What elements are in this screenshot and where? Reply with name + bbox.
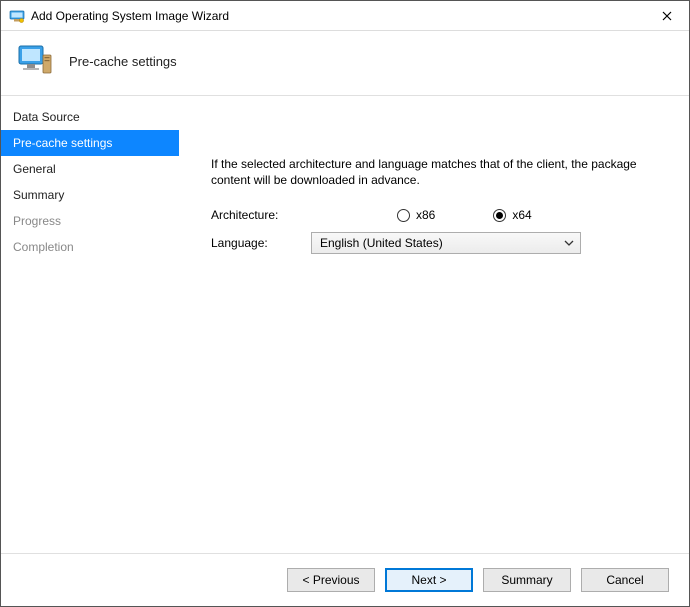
wizard-content: If the selected architecture and languag…: [179, 96, 689, 553]
language-select-wrap: English (United States): [311, 232, 663, 254]
window-title: Add Operating System Image Wizard: [31, 9, 229, 23]
wizard-header: Pre-cache settings: [1, 31, 689, 95]
title-wrap: Add Operating System Image Wizard: [9, 8, 229, 24]
architecture-radio-group: x86 x64: [397, 208, 532, 222]
titlebar: Add Operating System Image Wizard: [1, 1, 689, 31]
architecture-row: Architecture: x86 x64: [211, 208, 663, 222]
page-title: Pre-cache settings: [69, 54, 177, 69]
sidebar-item-pre-cache[interactable]: Pre-cache settings: [1, 130, 179, 156]
language-row: Language: English (United States): [211, 232, 663, 254]
sidebar-item-completion: Completion: [1, 234, 179, 260]
chevron-down-icon: [564, 238, 574, 248]
close-button[interactable]: [644, 1, 689, 31]
cancel-button[interactable]: Cancel: [581, 568, 669, 592]
wizard-body: Data Source Pre-cache settings General S…: [1, 96, 689, 553]
sidebar-item-progress: Progress: [1, 208, 179, 234]
computer-icon: [15, 41, 55, 81]
sidebar-item-data-source[interactable]: Data Source: [1, 104, 179, 130]
radio-circle-icon: [397, 209, 410, 222]
language-select[interactable]: English (United States): [311, 232, 581, 254]
language-label: Language:: [211, 236, 311, 250]
previous-button[interactable]: < Previous: [287, 568, 375, 592]
radio-x64-label: x64: [512, 208, 531, 222]
wizard-footer: < Previous Next > Summary Cancel: [1, 553, 689, 606]
architecture-label: Architecture:: [211, 208, 311, 222]
radio-circle-checked-icon: [493, 209, 506, 222]
summary-button[interactable]: Summary: [483, 568, 571, 592]
next-button[interactable]: Next >: [385, 568, 473, 592]
sidebar-item-general[interactable]: General: [1, 156, 179, 182]
radio-x86-label: x86: [416, 208, 435, 222]
radio-x86[interactable]: x86: [397, 208, 435, 222]
language-selected-value: English (United States): [320, 236, 443, 250]
description-text: If the selected architecture and languag…: [211, 156, 663, 188]
app-icon: [9, 8, 25, 24]
wizard-sidebar: Data Source Pre-cache settings General S…: [1, 96, 179, 553]
sidebar-item-summary[interactable]: Summary: [1, 182, 179, 208]
radio-x64[interactable]: x64: [493, 208, 531, 222]
